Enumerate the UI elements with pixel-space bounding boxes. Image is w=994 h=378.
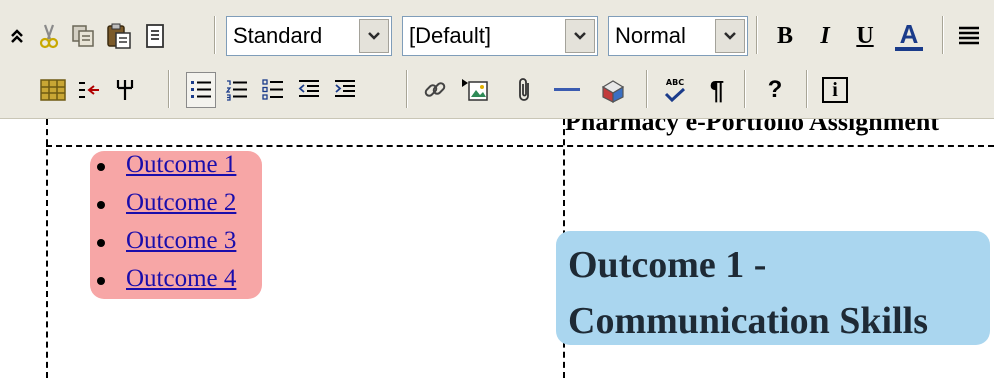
font-color-button[interactable]: A [894, 18, 924, 54]
numbered-list-icon [225, 78, 249, 102]
paragraph-mark-button[interactable]: ¶ [702, 72, 732, 108]
attachment-button[interactable] [510, 72, 540, 108]
underline-button[interactable]: U [850, 18, 880, 54]
table-icon [40, 79, 66, 101]
outcome-list: Outcome 1 Outcome 2 Outcome 3 Outcome 4 [90, 151, 262, 299]
bullet [97, 163, 105, 171]
link-button[interactable] [420, 72, 450, 108]
indent-button[interactable] [330, 72, 360, 108]
spellcheck-button[interactable]: ABC [660, 72, 690, 108]
bullet [97, 201, 105, 209]
underline-icon: U [856, 22, 874, 49]
copy-icon [70, 23, 96, 49]
collapse-toolbar-button[interactable] [2, 18, 32, 54]
cut-icon [37, 23, 61, 49]
outcome-1-link[interactable]: Outcome 1 [126, 151, 236, 179]
toolbar-separator [168, 70, 170, 108]
outcome-heading-box: Outcome 1 - Communication Skills [556, 231, 990, 345]
image-button[interactable] [460, 72, 490, 108]
toolbar-separator [214, 16, 216, 54]
outdent-icon [297, 78, 321, 102]
paste-text-icon [143, 23, 167, 49]
spellcheck-icon [663, 87, 687, 103]
editor-content-area[interactable]: Pharmacy e-Portfolio Assignment Outcome … [0, 119, 994, 378]
toolbar-separator [756, 16, 758, 54]
checklist-button[interactable] [258, 72, 288, 108]
toolbar-separator [942, 16, 944, 54]
chevron-down-icon[interactable] [715, 19, 745, 53]
style-select[interactable]: Standard [226, 16, 392, 56]
italic-button[interactable]: I [810, 18, 840, 54]
bold-icon: B [776, 22, 793, 49]
outcome-3-link[interactable]: Outcome 3 [126, 227, 236, 255]
list-item: Outcome 4 [90, 265, 262, 303]
bold-button[interactable]: B [770, 18, 800, 54]
spellcheck-label: ABC [665, 77, 685, 87]
size-select[interactable]: Normal [608, 16, 748, 56]
list-item: Outcome 2 [90, 189, 262, 227]
bullet-list-button[interactable] [186, 72, 216, 108]
info-button[interactable]: i [820, 72, 850, 108]
embed-media-button[interactable] [598, 72, 628, 108]
size-select-value: Normal [615, 23, 686, 48]
list-item: Outcome 1 [90, 151, 262, 189]
merge-cells-button[interactable] [110, 72, 140, 108]
horizontal-rule-button[interactable] [552, 72, 582, 108]
paste-icon [105, 22, 133, 50]
numbered-list-button[interactable] [222, 72, 252, 108]
style-select-value: Standard [233, 23, 323, 48]
align-button[interactable] [954, 18, 984, 54]
font-color-swatch [895, 47, 923, 51]
font-select[interactable]: [Default] [402, 16, 598, 56]
toolbar-row-2: ABC ¶ ? i [0, 64, 994, 116]
horizontal-rule-icon [553, 86, 581, 94]
attachment-icon [517, 77, 533, 103]
chevron-down-icon[interactable] [359, 19, 389, 53]
collapse-icon [10, 28, 24, 44]
help-icon: ? [767, 76, 783, 103]
outcome-4-link[interactable]: Outcome 4 [126, 265, 236, 293]
list-item: Outcome 3 [90, 227, 262, 265]
split-cell-icon [76, 79, 102, 101]
cut-button[interactable] [34, 18, 64, 54]
font-select-value: [Default] [409, 23, 491, 48]
help-button[interactable]: ? [760, 72, 790, 108]
image-icon [461, 77, 489, 103]
paragraph-mark-icon: ¶ [709, 74, 725, 105]
checklist-icon [261, 78, 285, 102]
paste-button[interactable] [104, 18, 134, 54]
chevron-down-icon[interactable] [565, 19, 595, 53]
bullet [97, 239, 105, 247]
table-button[interactable] [38, 72, 68, 108]
split-cell-button[interactable] [74, 72, 104, 108]
embed-media-icon [599, 77, 627, 103]
copy-button[interactable] [68, 18, 98, 54]
table-border-top [46, 145, 994, 147]
outdent-button[interactable] [294, 72, 324, 108]
merge-cells-icon [114, 78, 136, 102]
toolbar-separator [744, 70, 746, 108]
toolbar-separator [806, 70, 808, 108]
info-icon: i [822, 77, 848, 103]
outcome-heading: Outcome 1 - Communication Skills [568, 244, 929, 342]
link-icon [422, 78, 448, 102]
italic-icon: I [820, 22, 830, 49]
page-title: Pharmacy e-Portfolio Assignment [565, 119, 940, 136]
toolbar-separator [406, 70, 408, 108]
font-color-icon: A [899, 19, 919, 49]
paste-text-button[interactable] [140, 18, 170, 54]
bullet [97, 277, 105, 285]
outcome-2-link[interactable]: Outcome 2 [126, 189, 236, 217]
toolbar-row-1: Standard [Default] Normal B I U A [0, 10, 994, 62]
editor-toolbar: Standard [Default] Normal B I U A ABC ¶ … [0, 0, 994, 119]
table-border-left [46, 119, 48, 378]
indent-icon [333, 78, 357, 102]
toolbar-separator [646, 70, 648, 108]
bullet-list-icon [189, 78, 213, 102]
align-icon [957, 25, 981, 47]
